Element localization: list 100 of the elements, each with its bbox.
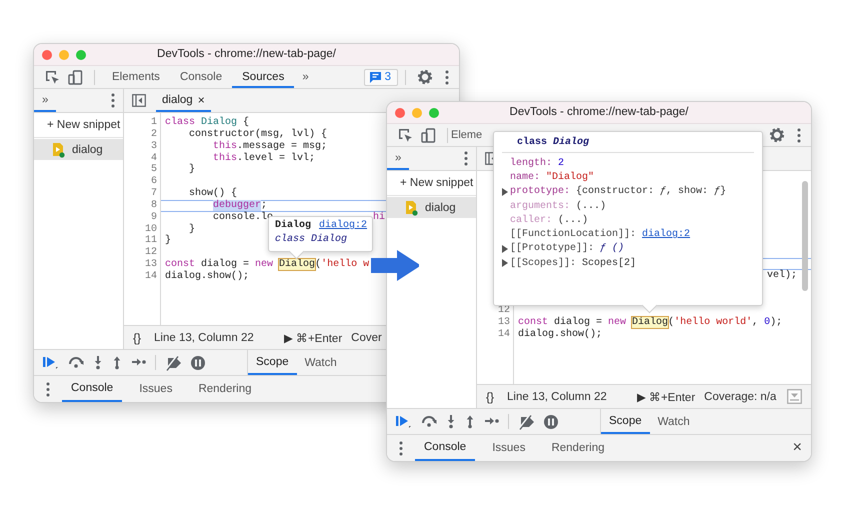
code-line: const dialog = new Dialog('hello w xyxy=(165,259,370,270)
settings-icon[interactable] xyxy=(769,127,785,143)
code-line: dialog.show(); xyxy=(165,270,250,282)
device-icon[interactable] xyxy=(421,128,436,142)
property-name: [[FunctionLocation]]: xyxy=(510,229,636,240)
code-line: dialog.show(); xyxy=(518,328,602,340)
coverage-label: Coverage: n/a xyxy=(704,390,776,402)
line-number: 14 xyxy=(498,328,510,340)
new-snippet-button[interactable]: + New snippet xyxy=(387,171,476,196)
property-value: (...) xyxy=(558,214,588,226)
device-icon[interactable] xyxy=(68,70,83,84)
line-number: 5 xyxy=(150,164,157,176)
resume-icon[interactable] xyxy=(42,355,59,370)
code-line: } xyxy=(188,164,196,176)
code-line: const dialog = new Dialog('hello world', 0); xyxy=(518,317,782,328)
inspect-icon[interactable] xyxy=(398,128,413,142)
more-options-icon[interactable] xyxy=(46,382,50,396)
panel-tab[interactable]: Elements xyxy=(102,66,170,88)
more-options-icon[interactable] xyxy=(464,151,468,166)
source-link[interactable]: dialog:2 xyxy=(642,229,690,240)
line-number: 14 xyxy=(144,270,157,282)
file-item[interactable]: dialog xyxy=(34,139,123,160)
close-button[interactable]: × xyxy=(792,439,802,457)
window-controls[interactable] xyxy=(41,48,87,60)
property-name: name: xyxy=(510,172,540,183)
code-line: debugger; xyxy=(212,200,268,211)
format-button[interactable]: {} xyxy=(486,390,494,404)
expand-icon[interactable] xyxy=(502,188,508,196)
pause-icon[interactable] xyxy=(543,414,559,430)
close-tab-button[interactable]: × xyxy=(198,92,205,106)
drawer-tab[interactable]: Rendering xyxy=(542,435,614,461)
property-value: 2 xyxy=(558,158,564,169)
popover-header: class Dialog xyxy=(516,136,590,150)
tab-label: dialog xyxy=(162,94,193,106)
format-button[interactable]: {} xyxy=(133,330,142,344)
drawer-tab[interactable]: Rendering xyxy=(189,376,261,402)
window-title: DevTools - chrome://new-tab-page/ xyxy=(157,48,336,60)
more-options-icon[interactable] xyxy=(797,128,801,142)
cursor-position: Line 13, Column 22 xyxy=(507,390,607,402)
window-controls[interactable] xyxy=(394,106,440,118)
settings-icon[interactable] xyxy=(417,69,433,85)
line-number: 7 xyxy=(150,188,157,200)
drawer-tab[interactable]: Issues xyxy=(130,376,182,402)
more-tabs-button[interactable]: » xyxy=(294,71,317,83)
deactivate-breakpoints-icon[interactable] xyxy=(518,414,534,430)
sidebar-tab[interactable]: Watch xyxy=(296,350,345,375)
step-into-icon[interactable] xyxy=(446,414,456,429)
file-item[interactable]: dialog xyxy=(387,197,476,218)
step-over-icon[interactable] xyxy=(68,355,84,370)
pause-icon[interactable] xyxy=(190,354,206,370)
line-number: 11 xyxy=(144,235,157,246)
run-button[interactable]: ▶ ⌘+Enter xyxy=(636,390,696,404)
arrow xyxy=(371,250,419,281)
tooltip-subtitle: class Dialog xyxy=(275,234,348,245)
more-options-icon[interactable] xyxy=(111,93,115,108)
property-name: arguments: xyxy=(510,200,570,212)
line-number: 1 xyxy=(150,117,157,128)
property-name: [[Prototype]]: xyxy=(510,243,594,254)
step-over-icon[interactable] xyxy=(421,414,437,429)
drawer-tab[interactable]: Console xyxy=(62,376,122,402)
file-name: dialog xyxy=(425,202,456,214)
window-title: DevTools - chrome://new-tab-page/ xyxy=(510,106,688,118)
line-number: 6 xyxy=(150,176,157,188)
line-number: 10 xyxy=(144,224,157,235)
more-options-icon[interactable] xyxy=(445,70,449,84)
resume-icon[interactable] xyxy=(395,414,412,429)
line-number: 13 xyxy=(144,259,157,270)
source-link[interactable]: dialog:2 xyxy=(319,220,368,231)
property-value: Scopes[2] xyxy=(582,258,636,269)
step-into-icon[interactable] xyxy=(93,355,103,370)
run-button[interactable]: ▶ ⌘+Enter xyxy=(284,330,342,344)
snippet-file-icon xyxy=(405,200,419,216)
line-number: 12 xyxy=(144,247,157,258)
expand-icon[interactable] xyxy=(502,259,508,268)
code-line: this.level = lvl; xyxy=(212,152,316,164)
expand-icon[interactable] xyxy=(502,244,508,253)
panel-tab[interactable]: Console xyxy=(170,66,232,88)
property-value: {constructor: ƒ, show: ƒ} xyxy=(576,186,726,198)
inspect-icon[interactable] xyxy=(45,70,60,84)
property-name: [[Scopes]]: xyxy=(510,258,576,269)
line-number: 4 xyxy=(150,152,157,164)
drawer-tab[interactable]: Console xyxy=(415,435,476,461)
line-number: 3 xyxy=(150,140,157,152)
new-snippet-button[interactable]: + New snippet xyxy=(34,113,123,138)
coverage-label: Cover xyxy=(351,332,382,344)
code-line: } xyxy=(188,224,196,235)
issues-button[interactable]: 3 xyxy=(364,68,398,86)
code-line: constructor(msg, lvl) { xyxy=(188,128,328,140)
step-out-icon[interactable] xyxy=(465,414,475,429)
panel-toggle-icon[interactable] xyxy=(132,94,146,107)
drawer-tab[interactable]: Issues xyxy=(483,435,534,461)
panel-tab[interactable]: Eleme xyxy=(449,124,484,146)
code-line: show() { xyxy=(188,188,238,200)
sidebar-tab[interactable]: Watch xyxy=(650,409,698,434)
line-number: 13 xyxy=(498,317,510,328)
property-name: caller: xyxy=(510,214,552,226)
step-out-icon[interactable] xyxy=(112,355,122,370)
more-options-icon[interactable] xyxy=(399,440,403,456)
scrollbar[interactable] xyxy=(802,181,808,291)
deactivate-breakpoints-icon[interactable] xyxy=(165,354,181,370)
